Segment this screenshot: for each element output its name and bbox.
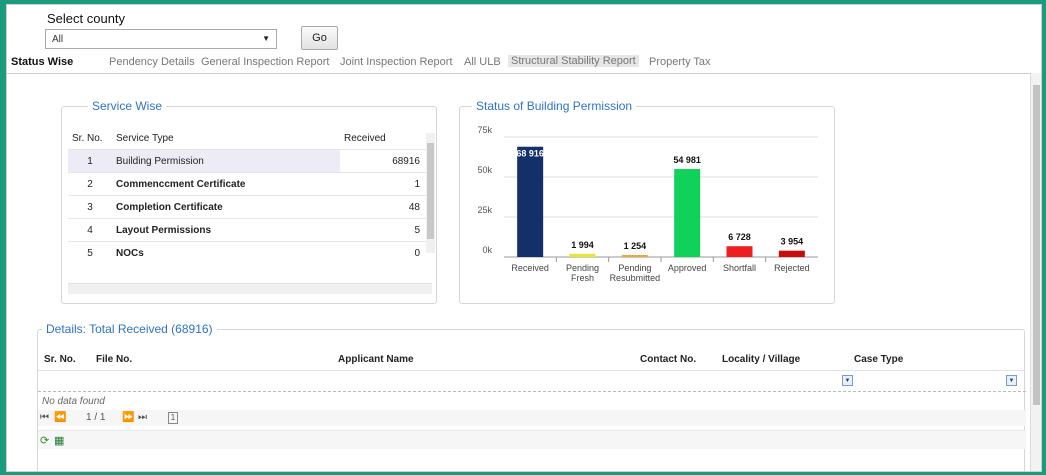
- sr-cell: 3: [68, 195, 112, 219]
- toolbar: ⟳ ▦: [38, 430, 1026, 449]
- next-page-icon[interactable]: ⏩: [122, 412, 134, 423]
- details-title: Details: Total Received (68916): [42, 322, 217, 336]
- x-tick-label: Resubmitted: [610, 273, 661, 283]
- x-tick-label: Shortfall: [723, 263, 756, 273]
- received-cell: 48: [340, 195, 426, 219]
- col-case-type[interactable]: Case Type: [854, 354, 903, 365]
- y-tick-label: 75k: [477, 125, 492, 135]
- y-tick-label: 25k: [477, 205, 492, 215]
- received-cell: 0: [340, 241, 426, 264]
- col-sr-no[interactable]: Sr. No.: [44, 354, 76, 365]
- data-label: 68 916: [516, 149, 544, 159]
- col-applicant-name[interactable]: Applicant Name: [338, 354, 414, 365]
- data-label: 1 254: [624, 241, 647, 251]
- tab-all-ulb[interactable]: All ULB: [464, 56, 501, 68]
- col-sr-no: Sr. No.: [72, 132, 103, 144]
- filter-row: ▼ ▼: [38, 370, 1026, 392]
- bar: [674, 169, 701, 257]
- received-cell: 5: [340, 218, 426, 242]
- service-type-cell: NOCs: [112, 241, 340, 264]
- bar: [726, 246, 753, 257]
- service-wise-scrollbar[interactable]: [426, 133, 435, 253]
- service-wise-title: Service Wise: [88, 99, 167, 113]
- received-cell: 1: [340, 172, 426, 196]
- received-cell: 68916: [340, 149, 426, 173]
- col-received: Received: [344, 132, 386, 144]
- x-tick-label: Pending: [618, 263, 651, 273]
- bar: [569, 253, 596, 257]
- bar: [517, 146, 544, 257]
- sr-cell: 1: [68, 149, 112, 173]
- no-data-text: No data found: [42, 396, 105, 407]
- page: { "county": { "label": "Select county", …: [0, 0, 1046, 475]
- y-tick-label: 0k: [482, 245, 492, 255]
- go-button[interactable]: Go: [301, 26, 338, 50]
- x-tick-label: Pending: [566, 263, 599, 273]
- tab-bar: Status Wise Pendency Details General Ins…: [7, 51, 1041, 74]
- page-info: 1 / 1: [86, 412, 106, 423]
- bar: [778, 250, 805, 257]
- table-row[interactable]: 5 NOCs 0: [68, 241, 426, 264]
- tab-status-wise[interactable]: Status Wise: [11, 56, 73, 68]
- filter-dropdown-icon[interactable]: ▼: [842, 375, 853, 386]
- refresh-icon[interactable]: ⟳: [40, 434, 49, 447]
- service-wise-header: Sr. No. Service Type Received: [68, 127, 426, 150]
- tab-pendency-details[interactable]: Pendency Details: [109, 56, 195, 68]
- sr-cell: 5: [68, 241, 112, 264]
- data-label: 54 981: [673, 155, 701, 165]
- table-row[interactable]: 4 Layout Permissions 5: [68, 218, 426, 242]
- last-page-icon[interactable]: ⏭: [138, 412, 147, 423]
- x-tick-label: Fresh: [571, 273, 594, 283]
- tab-structural-stability-report[interactable]: Structural Stability Report: [508, 55, 639, 67]
- sr-cell: 2: [68, 172, 112, 196]
- prev-page-icon[interactable]: ⏪: [54, 412, 66, 423]
- tab-general-inspection-report[interactable]: General Inspection Report: [201, 56, 329, 68]
- data-label: 1 994: [571, 240, 594, 250]
- chart-panel: Status of Building Permission 0k 25k 50k 75…: [459, 99, 835, 304]
- service-wise-h-scrollbar[interactable]: [68, 283, 432, 294]
- tab-joint-inspection-report[interactable]: Joint Inspection Report: [340, 56, 453, 68]
- service-type-cell: Building Permission: [112, 149, 340, 173]
- filter-dropdown-icon[interactable]: ▼: [1006, 375, 1017, 386]
- col-locality[interactable]: Locality / Village: [722, 354, 800, 365]
- x-tick-label: Received: [511, 263, 549, 273]
- page-scrollbar-thumb[interactable]: [1033, 85, 1040, 405]
- service-wise-panel: Service Wise Sr. No. Service Type Receiv…: [61, 99, 437, 304]
- county-select[interactable]: All ▼: [45, 29, 277, 49]
- col-contact-no[interactable]: Contact No.: [640, 354, 696, 365]
- sr-cell: 4: [68, 218, 112, 242]
- y-tick-label: 50k: [477, 165, 492, 175]
- table-row[interactable]: 3 Completion Certificate 48: [68, 195, 426, 219]
- county-select-value: All: [52, 34, 64, 45]
- excel-export-icon[interactable]: ▦: [54, 434, 64, 447]
- chevron-down-icon: ▼: [262, 34, 270, 43]
- col-service-type: Service Type: [116, 132, 174, 144]
- page-scrollbar[interactable]: [1030, 73, 1041, 471]
- service-type-cell: Completion Certificate: [112, 195, 340, 219]
- details-panel: Details: Total Received (68916) Sr. No. …: [37, 322, 1026, 471]
- col-file-no[interactable]: File No.: [96, 354, 132, 365]
- data-label: 3 954: [781, 237, 804, 247]
- tab-property-tax[interactable]: Property Tax: [649, 56, 711, 68]
- service-wise-table: Sr. No. Service Type Received 1 Building…: [68, 127, 426, 264]
- first-page-icon[interactable]: ⏮: [40, 412, 49, 423]
- pager: ⏮ ⏪ 1 / 1 ⏩ ⏭ 1: [38, 410, 1026, 426]
- bar: [621, 254, 648, 257]
- service-wise-scrollbar-thumb[interactable]: [427, 143, 434, 239]
- table-row[interactable]: 1 Building Permission 68916: [68, 149, 426, 173]
- app-frame: Select county All ▼ Go Status Wise Pende…: [6, 4, 1042, 472]
- page-number-input[interactable]: 1: [168, 412, 178, 424]
- service-type-cell: Commenccment Certificate: [112, 172, 340, 196]
- table-row[interactable]: 2 Commenccment Certificate 1: [68, 172, 426, 196]
- data-label: 6 728: [728, 232, 751, 242]
- county-label: Select county: [47, 11, 126, 26]
- service-type-cell: Layout Permissions: [112, 218, 340, 242]
- status-bar-chart: 0k25k50k75k68 916Received1 994PendingFre…: [477, 125, 818, 283]
- details-header: Sr. No. File No. Applicant Name Contact …: [38, 348, 1026, 370]
- x-tick-label: Rejected: [774, 263, 810, 273]
- x-tick-label: Approved: [668, 263, 707, 273]
